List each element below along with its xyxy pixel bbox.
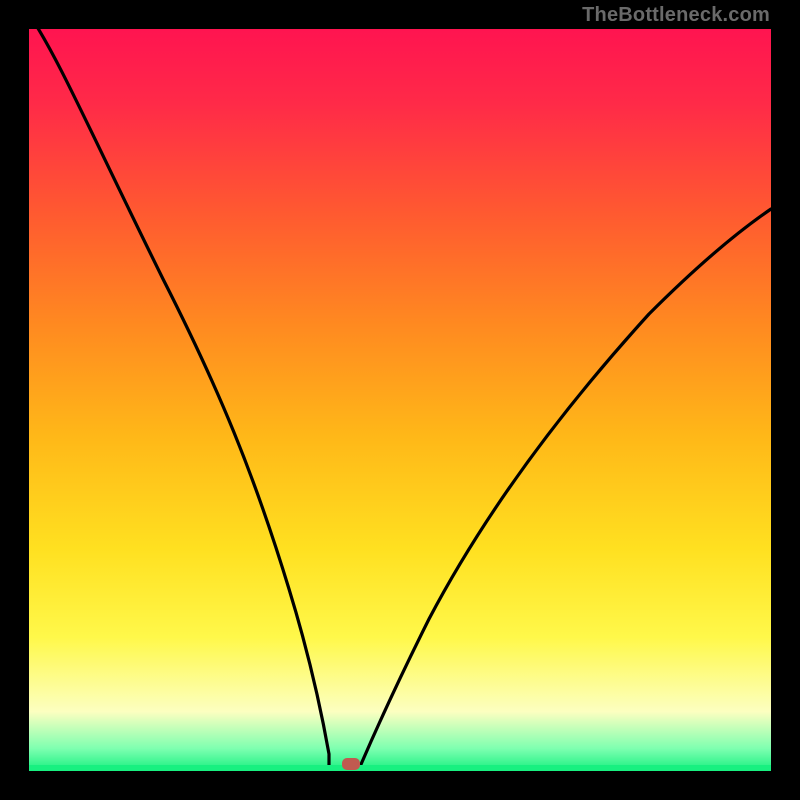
bottleneck-curve [29,29,771,771]
chart-frame: TheBottleneck.com [0,0,800,800]
curve-path [29,29,771,769]
watermark-text: TheBottleneck.com [582,4,770,27]
plot-area [29,29,771,771]
baseline-strip [29,765,771,771]
optimal-marker [342,758,360,770]
